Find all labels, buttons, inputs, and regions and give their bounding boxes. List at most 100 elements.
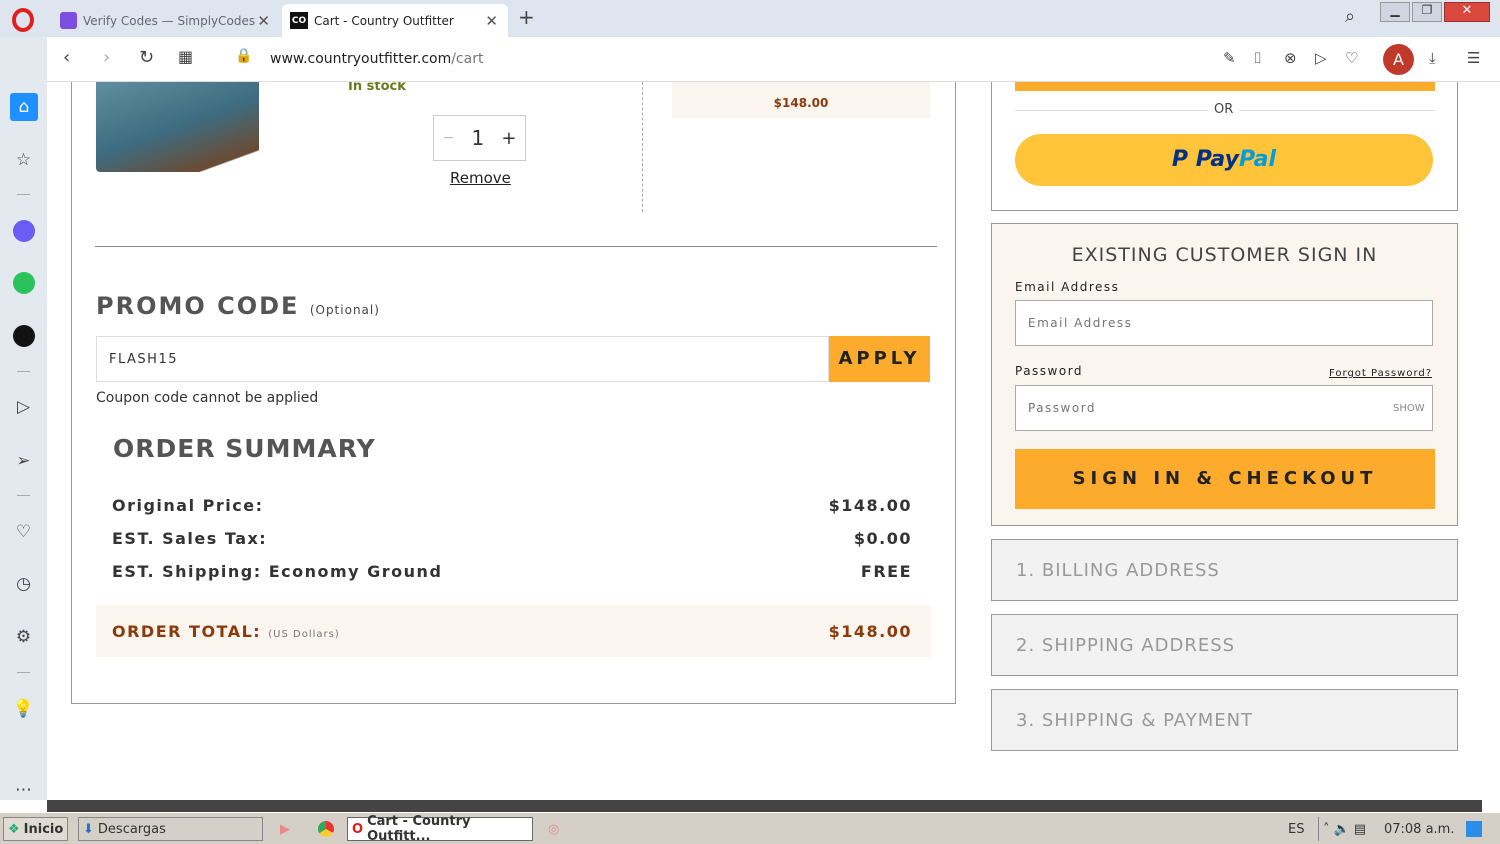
forward-icon[interactable]: › bbox=[103, 47, 110, 68]
search-tabs-icon[interactable]: ⌕ bbox=[1345, 6, 1355, 27]
whatsapp-icon[interactable] bbox=[11, 270, 36, 295]
web-page: In stock − 1 + Remove $148.00 PROMO CODE… bbox=[47, 82, 1482, 800]
send-icon[interactable]: ▷ bbox=[1315, 49, 1327, 67]
checkout-button-partial[interactable] bbox=[1015, 82, 1435, 91]
send-icon[interactable]: ➢ bbox=[11, 448, 36, 473]
media-player-icon[interactable]: ▶ bbox=[276, 817, 294, 841]
history-icon[interactable]: ◷ bbox=[11, 571, 36, 596]
summary-value: $148.00 bbox=[828, 496, 912, 515]
more-icon[interactable]: ⋯ bbox=[11, 777, 36, 802]
adblock-icon[interactable]: ⊗ bbox=[1284, 49, 1297, 67]
profile-avatar[interactable]: A bbox=[1383, 44, 1414, 75]
menu-icon[interactable]: ☰ bbox=[1467, 49, 1480, 67]
sign-in-checkout-button[interactable]: SIGN IN & CHECKOUT bbox=[1015, 449, 1435, 509]
url-field[interactable]: www.countryoutfitter.com/cart bbox=[270, 51, 483, 67]
windows-logo-icon: ❖ bbox=[8, 821, 20, 837]
stock-status: In stock bbox=[348, 82, 406, 94]
quantity-value[interactable]: 1 bbox=[471, 126, 484, 150]
new-tab-button[interactable]: + bbox=[518, 5, 535, 29]
taskbar-active-window[interactable]: O Cart - Country Outfitt... bbox=[347, 814, 533, 844]
messenger-icon[interactable] bbox=[11, 218, 36, 243]
horizontal-scrollbar[interactable] bbox=[47, 800, 1482, 812]
address-bar-toolbar: ‹ › ↻ ▦ 🔒 www.countryoutfitter.com/cart … bbox=[47, 37, 1500, 82]
summary-row: EST. Shipping: Economy Ground FREE bbox=[112, 562, 912, 581]
promo-code-input[interactable] bbox=[96, 336, 829, 382]
step-shipping-payment[interactable]: 3. SHIPPING & PAYMENT bbox=[991, 689, 1458, 751]
paypal-pay: Pay bbox=[1195, 147, 1239, 172]
step-label: 3. SHIPPING & PAYMENT bbox=[1016, 710, 1254, 731]
show-desktop-button[interactable] bbox=[1466, 821, 1483, 837]
or-label: OR bbox=[1208, 102, 1240, 117]
password-label: Password bbox=[1015, 364, 1084, 378]
camera-icon[interactable]: ⌷ bbox=[1253, 49, 1262, 67]
summary-value: FREE bbox=[860, 562, 912, 581]
close-tab-icon[interactable]: ✕ bbox=[485, 12, 498, 30]
minimize-button[interactable]: ▁ bbox=[1380, 2, 1410, 22]
remove-link[interactable]: Remove bbox=[450, 169, 511, 187]
tabs-grid-icon[interactable]: ▦ bbox=[178, 47, 193, 66]
reload-icon[interactable]: ↻ bbox=[139, 47, 154, 68]
quantity-stepper[interactable]: − 1 + bbox=[433, 115, 526, 161]
increase-quantity-button[interactable]: + bbox=[501, 128, 516, 149]
summary-label: EST. Sales Tax: bbox=[112, 529, 268, 548]
opera-sidebar: ⌂ ☆ ▷ ➢ ♡ ◷ ⚙ 💡 ⋯ bbox=[0, 37, 47, 800]
tips-icon[interactable]: 💡 bbox=[11, 696, 36, 721]
order-summary-title: ORDER SUMMARY bbox=[113, 434, 376, 463]
paypal-p-icon: P bbox=[1171, 147, 1196, 172]
step-shipping-address[interactable]: 2. SHIPPING ADDRESS bbox=[991, 614, 1458, 676]
summary-value: $0.00 bbox=[853, 529, 912, 548]
step-label: 1. BILLING ADDRESS bbox=[1016, 560, 1220, 581]
edit-icon[interactable]: ✎ bbox=[1223, 49, 1236, 67]
summary-label: Original Price: bbox=[112, 496, 264, 515]
network-icon[interactable]: ▤ bbox=[1354, 822, 1366, 837]
maximize-button[interactable]: ❐ bbox=[1412, 2, 1442, 22]
email-input[interactable] bbox=[1015, 300, 1433, 346]
divider bbox=[95, 246, 937, 247]
volume-icon[interactable]: 🔈 bbox=[1334, 822, 1350, 837]
back-icon[interactable]: ‹ bbox=[63, 47, 70, 68]
paypal-button[interactable]: P PayPal bbox=[1015, 134, 1433, 186]
order-total-value: $148.00 bbox=[828, 622, 912, 641]
opera-gx-icon[interactable]: ◎ bbox=[544, 817, 563, 841]
tray-expand-icon[interactable]: ˄ bbox=[1323, 822, 1330, 837]
download-icon[interactable]: ⤓ bbox=[1429, 49, 1436, 67]
lock-icon: 🔒 bbox=[235, 48, 253, 64]
start-label: Inicio bbox=[23, 821, 64, 837]
apply-button[interactable]: APPLY bbox=[829, 336, 930, 382]
start-button[interactable]: ❖ Inicio bbox=[3, 817, 69, 841]
sign-in-title: EXISTING CUSTOMER SIGN IN bbox=[1071, 244, 1378, 266]
show-password-toggle[interactable]: SHOW bbox=[1393, 403, 1425, 414]
player-icon[interactable]: ▷ bbox=[11, 394, 36, 419]
tiktok-icon[interactable] bbox=[11, 323, 36, 348]
opera-icon: O bbox=[352, 821, 364, 837]
summary-label: EST. Shipping: Economy Ground bbox=[112, 562, 443, 581]
chrome-icon[interactable] bbox=[314, 817, 338, 841]
order-total-row: ORDER TOTAL: (US Dollars) $148.00 bbox=[112, 622, 912, 641]
language-indicator[interactable]: ES bbox=[1284, 817, 1308, 841]
country-outfitter-favicon: CO bbox=[290, 12, 308, 29]
forgot-password-link[interactable]: Forgot Password? bbox=[1329, 368, 1432, 379]
boot-product-image[interactable] bbox=[96, 82, 259, 172]
step-billing-address[interactable]: 1. BILLING ADDRESS bbox=[991, 539, 1458, 601]
close-tab-icon[interactable]: ✕ bbox=[257, 12, 270, 30]
promo-optional-label: (Optional) bbox=[309, 303, 380, 317]
home-icon[interactable]: ⌂ bbox=[10, 93, 38, 121]
tab-cart[interactable]: CO Cart - Country Outfitter ✕ bbox=[282, 4, 508, 37]
summary-row: Original Price: $148.00 bbox=[112, 496, 912, 515]
paypal-pal: Pal bbox=[1238, 147, 1277, 172]
window-controls: ▁ ❐ ✕ bbox=[1380, 2, 1490, 22]
step-label: 2. SHIPPING ADDRESS bbox=[1016, 635, 1236, 656]
close-window-button[interactable]: ✕ bbox=[1444, 2, 1490, 22]
settings-icon[interactable]: ⚙ bbox=[11, 624, 36, 649]
downloads-label: Descargas bbox=[97, 821, 166, 837]
heart-icon[interactable]: ♡ bbox=[11, 519, 36, 544]
star-icon[interactable]: ☆ bbox=[11, 147, 36, 172]
password-input[interactable] bbox=[1015, 385, 1433, 431]
tab-verify-codes[interactable]: Verify Codes — SimplyCodes ✕ bbox=[52, 4, 280, 37]
taskbar-downloads[interactable]: ⬇ Descargas bbox=[78, 817, 263, 841]
decrease-quantity-button[interactable]: − bbox=[443, 130, 455, 146]
simplycodes-icon bbox=[60, 12, 77, 29]
heart-icon[interactable]: ♡ bbox=[1345, 49, 1358, 67]
opera-logo-icon[interactable] bbox=[12, 8, 34, 32]
promo-title: PROMO CODE (Optional) bbox=[96, 292, 380, 320]
